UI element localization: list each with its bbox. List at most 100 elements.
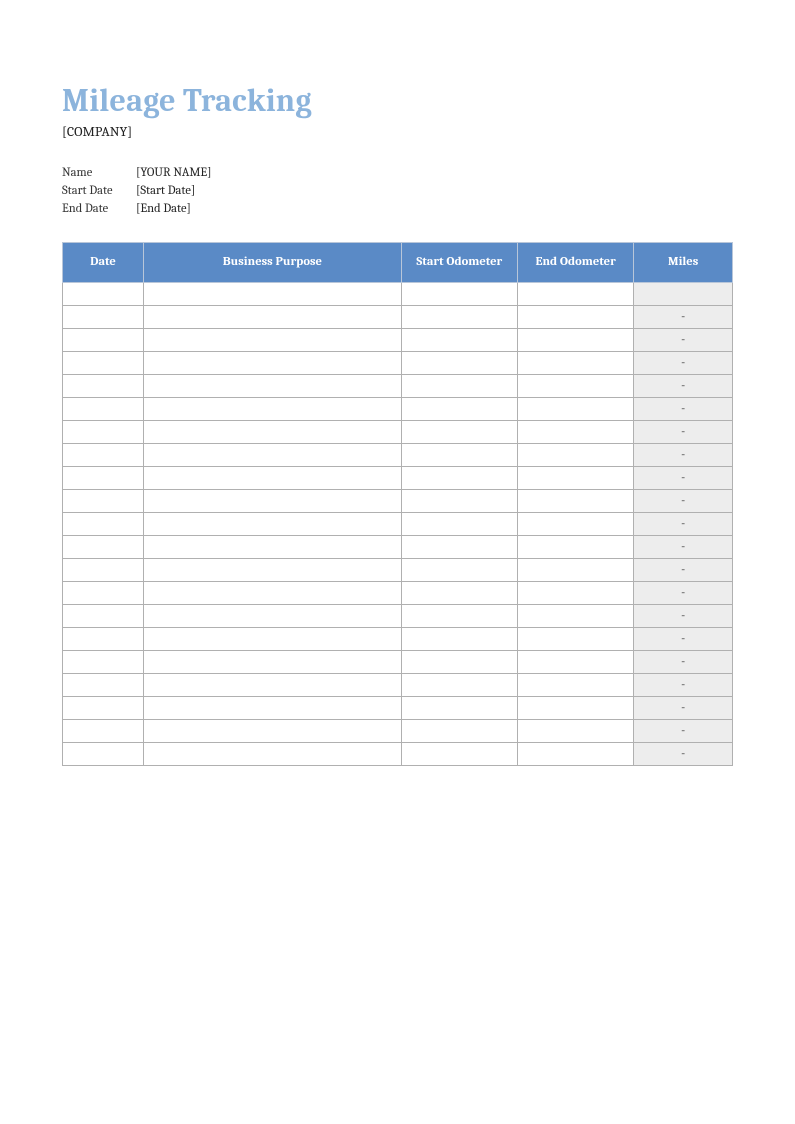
cell-start-odometer[interactable] xyxy=(401,283,517,306)
cell-miles[interactable]: - xyxy=(634,398,733,421)
cell-purpose[interactable] xyxy=(144,559,402,582)
cell-miles[interactable]: - xyxy=(634,444,733,467)
cell-miles[interactable]: - xyxy=(634,421,733,444)
cell-purpose[interactable] xyxy=(144,306,402,329)
cell-end-odometer[interactable] xyxy=(517,536,633,559)
cell-miles[interactable]: - xyxy=(634,651,733,674)
cell-purpose[interactable] xyxy=(144,628,402,651)
cell-end-odometer[interactable] xyxy=(517,375,633,398)
cell-end-odometer[interactable] xyxy=(517,352,633,375)
cell-date[interactable] xyxy=(63,536,144,559)
cell-date[interactable] xyxy=(63,352,144,375)
cell-miles[interactable]: - xyxy=(634,697,733,720)
meta-value-name[interactable]: [YOUR NAME] xyxy=(136,166,212,180)
cell-miles[interactable]: - xyxy=(634,306,733,329)
cell-start-odometer[interactable] xyxy=(401,720,517,743)
cell-start-odometer[interactable] xyxy=(401,605,517,628)
cell-start-odometer[interactable] xyxy=(401,697,517,720)
cell-date[interactable] xyxy=(63,559,144,582)
cell-purpose[interactable] xyxy=(144,674,402,697)
cell-start-odometer[interactable] xyxy=(401,398,517,421)
cell-purpose[interactable] xyxy=(144,697,402,720)
cell-miles[interactable] xyxy=(634,283,733,306)
cell-start-odometer[interactable] xyxy=(401,352,517,375)
cell-purpose[interactable] xyxy=(144,283,402,306)
cell-end-odometer[interactable] xyxy=(517,743,633,766)
cell-start-odometer[interactable] xyxy=(401,444,517,467)
cell-date[interactable] xyxy=(63,582,144,605)
cell-miles[interactable]: - xyxy=(634,352,733,375)
cell-start-odometer[interactable] xyxy=(401,329,517,352)
cell-date[interactable] xyxy=(63,628,144,651)
cell-miles[interactable]: - xyxy=(634,582,733,605)
cell-end-odometer[interactable] xyxy=(517,697,633,720)
cell-start-odometer[interactable] xyxy=(401,628,517,651)
cell-end-odometer[interactable] xyxy=(517,559,633,582)
cell-purpose[interactable] xyxy=(144,582,402,605)
cell-miles[interactable]: - xyxy=(634,674,733,697)
cell-date[interactable] xyxy=(63,651,144,674)
cell-miles[interactable]: - xyxy=(634,513,733,536)
cell-purpose[interactable] xyxy=(144,490,402,513)
cell-purpose[interactable] xyxy=(144,444,402,467)
cell-start-odometer[interactable] xyxy=(401,651,517,674)
cell-date[interactable] xyxy=(63,720,144,743)
cell-date[interactable] xyxy=(63,283,144,306)
cell-miles[interactable]: - xyxy=(634,375,733,398)
cell-end-odometer[interactable] xyxy=(517,329,633,352)
cell-miles[interactable]: - xyxy=(634,490,733,513)
cell-date[interactable] xyxy=(63,490,144,513)
cell-end-odometer[interactable] xyxy=(517,421,633,444)
cell-date[interactable] xyxy=(63,467,144,490)
cell-date[interactable] xyxy=(63,444,144,467)
cell-date[interactable] xyxy=(63,398,144,421)
cell-end-odometer[interactable] xyxy=(517,628,633,651)
cell-date[interactable] xyxy=(63,697,144,720)
cell-end-odometer[interactable] xyxy=(517,582,633,605)
cell-purpose[interactable] xyxy=(144,720,402,743)
cell-end-odometer[interactable] xyxy=(517,444,633,467)
cell-miles[interactable]: - xyxy=(634,720,733,743)
cell-end-odometer[interactable] xyxy=(517,605,633,628)
cell-start-odometer[interactable] xyxy=(401,536,517,559)
cell-miles[interactable]: - xyxy=(634,605,733,628)
cell-date[interactable] xyxy=(63,605,144,628)
cell-purpose[interactable] xyxy=(144,352,402,375)
cell-purpose[interactable] xyxy=(144,743,402,766)
cell-date[interactable] xyxy=(63,674,144,697)
cell-end-odometer[interactable] xyxy=(517,651,633,674)
cell-end-odometer[interactable] xyxy=(517,283,633,306)
cell-start-odometer[interactable] xyxy=(401,306,517,329)
cell-start-odometer[interactable] xyxy=(401,743,517,766)
cell-end-odometer[interactable] xyxy=(517,306,633,329)
cell-miles[interactable]: - xyxy=(634,743,733,766)
cell-end-odometer[interactable] xyxy=(517,490,633,513)
cell-purpose[interactable] xyxy=(144,513,402,536)
cell-purpose[interactable] xyxy=(144,375,402,398)
cell-miles[interactable]: - xyxy=(634,559,733,582)
cell-miles[interactable]: - xyxy=(634,467,733,490)
cell-end-odometer[interactable] xyxy=(517,513,633,536)
cell-purpose[interactable] xyxy=(144,536,402,559)
cell-start-odometer[interactable] xyxy=(401,674,517,697)
cell-miles[interactable]: - xyxy=(634,536,733,559)
cell-start-odometer[interactable] xyxy=(401,467,517,490)
cell-start-odometer[interactable] xyxy=(401,375,517,398)
cell-start-odometer[interactable] xyxy=(401,582,517,605)
cell-end-odometer[interactable] xyxy=(517,720,633,743)
cell-date[interactable] xyxy=(63,743,144,766)
meta-value-end[interactable]: [End Date] xyxy=(136,202,191,216)
cell-date[interactable] xyxy=(63,306,144,329)
cell-miles[interactable]: - xyxy=(634,329,733,352)
cell-miles[interactable]: - xyxy=(634,628,733,651)
cell-start-odometer[interactable] xyxy=(401,559,517,582)
cell-purpose[interactable] xyxy=(144,421,402,444)
cell-purpose[interactable] xyxy=(144,398,402,421)
cell-end-odometer[interactable] xyxy=(517,398,633,421)
cell-date[interactable] xyxy=(63,375,144,398)
cell-start-odometer[interactable] xyxy=(401,490,517,513)
cell-purpose[interactable] xyxy=(144,651,402,674)
cell-date[interactable] xyxy=(63,421,144,444)
cell-date[interactable] xyxy=(63,329,144,352)
cell-start-odometer[interactable] xyxy=(401,513,517,536)
